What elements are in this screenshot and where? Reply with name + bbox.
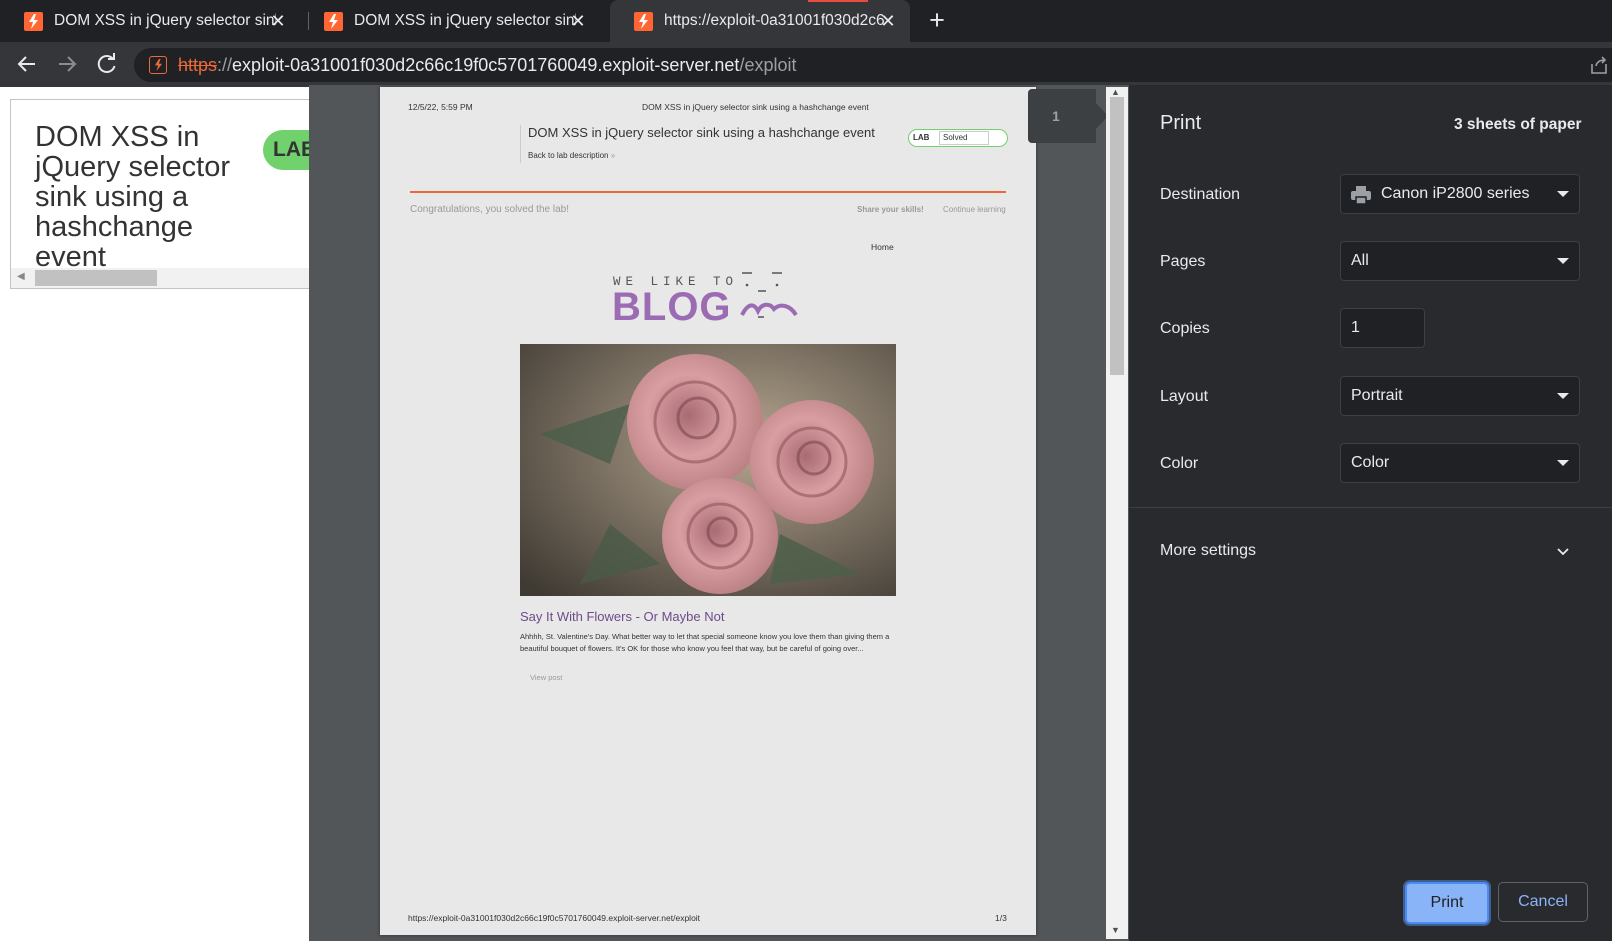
underlying-page-frame: DOM XSS in jQuery selector sink using a …: [10, 99, 310, 289]
share-skills-link: Share your skills!: [857, 205, 924, 214]
new-tab-button[interactable]: +: [922, 6, 952, 36]
dropdown-caret-icon: [1557, 258, 1569, 264]
color-label: Color: [1160, 455, 1199, 472]
portswigger-favicon-icon: [634, 11, 653, 31]
settings-divider: [1129, 507, 1612, 508]
copies-label: Copies: [1160, 320, 1210, 337]
tab-2[interactable]: DOM XSS in jQuery selector sink ✕: [300, 0, 600, 42]
print-footer-url: https://exploit-0a31001f030d2c66c19f0c57…: [408, 913, 701, 923]
layout-label: Layout: [1160, 388, 1209, 405]
close-tab-icon[interactable]: ✕: [268, 11, 288, 31]
portswigger-favicon-icon: [24, 11, 43, 31]
tab-1[interactable]: DOM XSS in jQuery selector sink ✕: [0, 0, 300, 42]
scroll-left-icon[interactable]: ◀: [17, 271, 25, 282]
roses-image: [520, 344, 896, 596]
page-thumbnail-indicator[interactable]: 1: [1028, 89, 1096, 143]
destination-label: Destination: [1160, 186, 1241, 203]
post-summary: Ahhhh, St. Valentine's Day. What better …: [520, 632, 890, 653]
url-separator: ://: [217, 55, 233, 75]
forward-arrow-icon[interactable]: [53, 50, 81, 78]
lab-status-badge: LAB Solved: [908, 129, 1008, 147]
print-dialog-title: Print: [1160, 112, 1202, 134]
tab-title: DOM XSS in jQuery selector sink: [354, 12, 576, 29]
pages-label: Pages: [1160, 253, 1206, 270]
solved-status: Solved: [939, 131, 989, 145]
destination-select[interactable]: Canon iP2800 series: [1340, 174, 1580, 214]
orange-divider: [410, 191, 1006, 193]
recording-indicator: [808, 0, 868, 2]
sheet-count: 3 sheets of paper: [1454, 116, 1582, 133]
tab-title: https://exploit-0a31001f030d2c6: [664, 12, 885, 29]
chevron-right-icon: »: [610, 151, 616, 160]
print-header-date: 12/5/22, 5:59 PM: [408, 102, 473, 112]
cancel-button[interactable]: Cancel: [1498, 882, 1588, 922]
url-host: exploit-0a31001f030d2c66c19f0c5701760049…: [232, 55, 740, 75]
portswigger-favicon-icon: [324, 11, 343, 31]
scrollbar-thumb[interactable]: [35, 270, 157, 286]
home-link: Home: [871, 242, 894, 252]
more-settings-toggle[interactable]: More settings: [1160, 542, 1256, 560]
lab-badge-label: LAB: [913, 133, 930, 142]
url-scheme: https: [178, 55, 218, 75]
underlying-page-title: DOM XSS in jQuery selector sink using a …: [35, 121, 231, 273]
back-arrow-icon[interactable]: [13, 50, 41, 78]
copies-input[interactable]: 1: [1340, 308, 1425, 348]
tab-title: DOM XSS in jQuery selector sink: [54, 12, 276, 29]
layout-select[interactable]: Portrait: [1340, 376, 1580, 416]
header-divider: [520, 125, 521, 163]
print-button[interactable]: Print: [1405, 882, 1489, 924]
destination-value: Canon iP2800 series: [1381, 185, 1530, 202]
url-text[interactable]: https://exploit-0a31001f030d2c66c19f0c57…: [178, 55, 796, 76]
dropdown-caret-icon: [1557, 460, 1569, 466]
color-value: Color: [1351, 454, 1390, 471]
printer-icon: [1351, 186, 1371, 204]
pages-value: All: [1351, 252, 1369, 269]
site-info-icon[interactable]: [149, 56, 167, 74]
pages-select[interactable]: All: [1340, 241, 1580, 281]
close-tab-icon[interactable]: ✕: [878, 11, 898, 31]
url-path: /exploit: [739, 55, 797, 75]
blog-logo-text: BLOG: [612, 285, 732, 329]
view-post-link: View post: [530, 673, 563, 682]
continue-learning-link: Continue learning: [943, 205, 1006, 214]
preview-page: 12/5/22, 5:59 PM DOM XSS in jQuery selec…: [380, 87, 1036, 935]
color-select[interactable]: Color: [1340, 443, 1580, 483]
share-icon[interactable]: [1588, 54, 1610, 76]
reload-icon[interactable]: [93, 50, 121, 78]
layout-value: Portrait: [1351, 387, 1403, 404]
print-header-title: DOM XSS in jQuery selector sink using a …: [642, 102, 869, 112]
congrats-message: Congratulations, you solved the lab!: [410, 204, 569, 215]
back-to-lab-link: Back to lab description »: [528, 151, 615, 160]
tab-3-active[interactable]: https://exploit-0a31001f030d2c6 ✕: [610, 0, 910, 42]
blog-face-icon: [740, 272, 798, 318]
scroll-down-icon[interactable]: ▼: [1111, 925, 1120, 935]
back-link-label: Back to lab description: [528, 151, 609, 160]
lab-badge: LAB: [263, 130, 309, 170]
print-page-number: 1/3: [995, 913, 1007, 923]
dropdown-caret-icon: [1557, 393, 1569, 399]
preview-scrollbar-thumb[interactable]: [1110, 97, 1124, 375]
horizontal-scrollbar[interactable]: ◀: [11, 268, 309, 288]
scroll-up-icon[interactable]: ▲: [1111, 87, 1120, 97]
chevron-down-icon[interactable]: [1556, 545, 1570, 559]
lab-title: DOM XSS in jQuery selector sink using a …: [528, 125, 875, 140]
dropdown-caret-icon: [1557, 191, 1569, 197]
post-title: Say It With Flowers - Or Maybe Not: [520, 609, 725, 624]
preview-scrollbar[interactable]: ▲ ▼: [1106, 87, 1128, 939]
close-tab-icon[interactable]: ✕: [568, 11, 588, 31]
